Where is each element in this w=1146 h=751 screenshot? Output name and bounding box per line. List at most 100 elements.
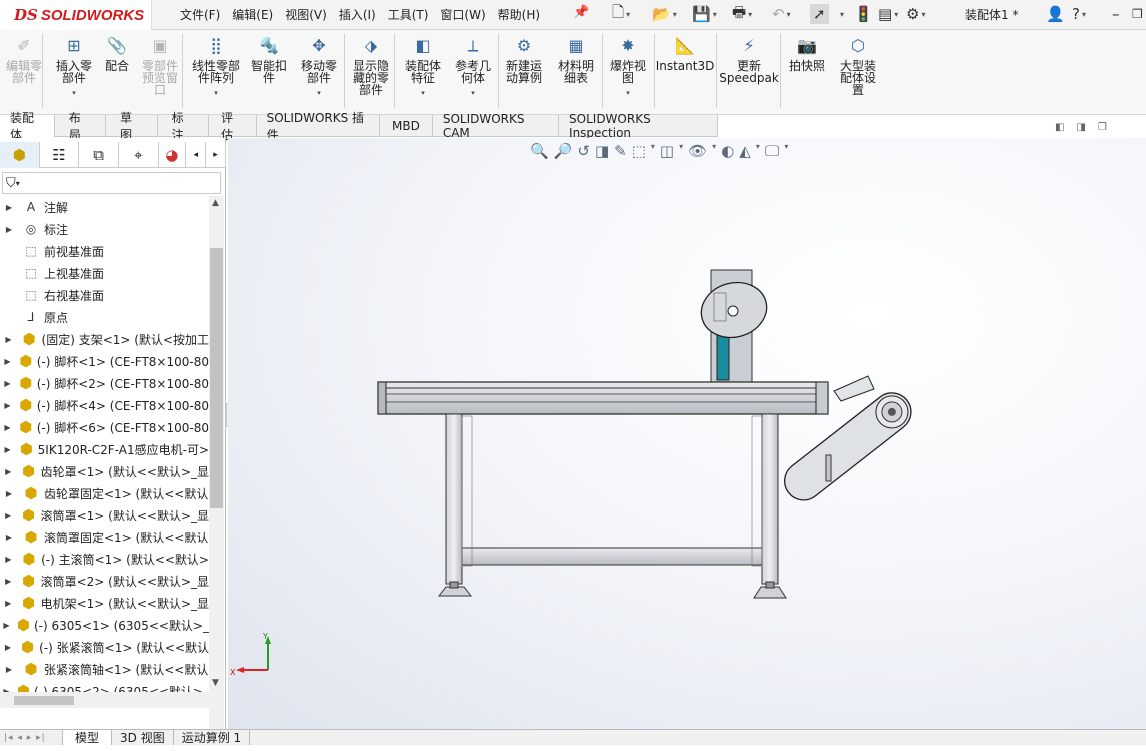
tab-layout[interactable]: 布局	[55, 111, 107, 142]
ribbon-motion-study-button[interactable]: ⚙ 新建运 动算例	[503, 36, 545, 85]
apply-scene-icon[interactable]: ◭	[739, 142, 751, 160]
tree-item[interactable]: ▶ ⬢ 5IK120R-C2F-A1感应电机-可>	[0, 438, 209, 460]
expand-arrow-icon[interactable]: ▶	[2, 665, 16, 674]
expand-arrow-icon[interactable]: ▶	[2, 555, 15, 564]
expand-arrow-icon[interactable]: ▶	[2, 533, 16, 542]
user-button[interactable]: 👤	[1046, 4, 1065, 24]
tab-addins[interactable]: SOLIDWORKS 插件	[257, 111, 381, 142]
expand-arrow-icon[interactable]: ▶	[2, 643, 14, 652]
tree-item[interactable]: ▶ ⬢ 滚筒罩<1> (默认<<默认>_显	[0, 504, 209, 526]
tab-configuration-manager[interactable]: ⧉	[79, 142, 119, 168]
menu-file[interactable]: 文件(F)	[180, 6, 220, 23]
tab-assembly[interactable]: 装配体	[0, 111, 55, 142]
pin-icon[interactable]: 📌	[573, 5, 589, 20]
ribbon-smart-fasteners-button[interactable]: 🔩 智能扣 件	[248, 36, 290, 85]
ribbon-speedpak-button[interactable]: ⚡ 更新 Speedpak	[719, 36, 779, 85]
zoom-to-fit-icon[interactable]: 🔍	[530, 142, 549, 160]
expand-arrow-icon[interactable]: ▶	[2, 577, 15, 586]
undo-button[interactable]: ↶ ▾	[772, 4, 791, 24]
tab-motion-study-1[interactable]: 运动算例 1	[174, 730, 251, 745]
expand-arrow-icon[interactable]: ▶	[2, 445, 13, 454]
tree-item[interactable]: ▶ ⬢ (-) 主滚筒<1> (默认<<默认>	[0, 548, 209, 570]
ribbon-linear-pattern-button[interactable]: ⣿ 线性零部 件阵列 ▾	[188, 36, 244, 99]
previous-view-icon[interactable]: ↺	[577, 142, 590, 160]
options-button[interactable]: ⚙ ▾	[906, 4, 925, 24]
menu-view[interactable]: 视图(V)	[285, 6, 327, 23]
ribbon-mate-button[interactable]: 📎 配合	[102, 36, 132, 73]
ribbon-insert-component-button[interactable]: ⊞ 插入零 部件 ▾	[54, 36, 94, 99]
panel-arrow-icons[interactable]: ◧◨❐	[1055, 122, 1119, 133]
tab-mbd[interactable]: MBD	[380, 115, 433, 137]
tab-sketch[interactable]: 草图	[106, 111, 158, 142]
ribbon-assembly-features-button[interactable]: ◧ 装配体 特征 ▾	[402, 36, 444, 99]
tab-feature-manager[interactable]: ⬢	[0, 142, 40, 168]
display-style-icon[interactable]: ◫	[660, 142, 674, 160]
edit-appearance-icon[interactable]: ◐	[721, 142, 734, 160]
view-orientation-icon[interactable]: ⬚	[632, 142, 646, 160]
view-settings-icon[interactable]: 🖵	[765, 142, 779, 160]
print-button[interactable]: 🖶 ▾	[732, 3, 752, 24]
tree-item[interactable]: ▶ A 注解	[0, 196, 209, 218]
menu-edit[interactable]: 编辑(E)	[232, 6, 273, 23]
tab-model[interactable]: 模型	[62, 730, 113, 745]
minimize-button[interactable]: –	[1112, 4, 1120, 24]
expand-arrow-icon[interactable]: ▶	[2, 379, 13, 388]
expand-arrow-icon[interactable]: ▶	[2, 511, 15, 520]
new-document-button[interactable]: 🗋 ▾	[612, 3, 630, 24]
restore-button[interactable]: ❐	[1132, 4, 1143, 24]
ribbon-edit-component-button[interactable]: ✐ 编辑零 部件	[4, 36, 44, 85]
scroll-up-arrow-icon[interactable]: ▲	[212, 198, 219, 208]
tab-scroll-right[interactable]: ▸	[206, 142, 226, 168]
tree-item[interactable]: ⅃ 原点	[0, 306, 209, 328]
tree-item[interactable]: ▶ ⬢ 电机架<1> (默认<<默认>_显	[0, 592, 209, 614]
assembly-model[interactable]	[228, 138, 1146, 729]
expand-arrow-icon[interactable]: ▶	[2, 401, 13, 410]
ribbon-instant3d-button[interactable]: 📐 Instant3D	[656, 36, 715, 73]
tree-item[interactable]: ⬚ 上视基准面	[0, 262, 209, 284]
expand-arrow-icon[interactable]: ▶	[2, 335, 15, 344]
menu-help[interactable]: 帮助(H)	[498, 6, 540, 23]
menu-window[interactable]: 窗口(W)	[440, 6, 485, 23]
tree-item[interactable]: ⬚ 右视基准面	[0, 284, 209, 306]
ribbon-show-hidden-button[interactable]: ⬗ 显示隐 藏的零 部件	[350, 36, 392, 97]
tab-cam[interactable]: SOLIDWORKS CAM	[433, 112, 560, 140]
scroll-down-arrow-icon[interactable]: ▼	[212, 678, 219, 688]
tree-item[interactable]: ▶ ⬢ 齿轮罩固定<1> (默认<<默认	[0, 482, 209, 504]
expand-arrow-icon[interactable]: ▶	[2, 423, 13, 432]
tree-item[interactable]: ▶ ⬢ (-) 脚杯<1> (CE-FT8×100-80	[0, 350, 209, 372]
tree-filter[interactable]: ⛉ ▾	[2, 172, 221, 194]
tree-item[interactable]: ▶ ⬢ (-) 6305<1> (6305<<默认>_	[0, 614, 209, 636]
hide-show-items-icon[interactable]: 👁	[688, 142, 707, 160]
help-button[interactable]: ? ▾	[1072, 4, 1086, 24]
tree-item[interactable]: ▶ ⬢ 齿轮罩<1> (默认<<默认>_显	[0, 460, 209, 482]
section-view-icon[interactable]: ◨	[595, 142, 609, 160]
ribbon-bom-button[interactable]: ▦ 材料明 细表	[555, 36, 597, 85]
rebuild-button[interactable]: 🚦	[854, 4, 873, 24]
tree-item[interactable]: ▶ ⬢ 滚筒罩固定<1> (默认<<默认	[0, 526, 209, 548]
support-legs[interactable]	[437, 413, 787, 599]
chevron-down-icon[interactable]: ▾	[214, 87, 218, 99]
dynamic-annotation-icon[interactable]: ✎	[614, 142, 627, 160]
select-dropdown[interactable]: ▾	[838, 4, 844, 24]
menu-tools[interactable]: 工具(T)	[388, 6, 429, 23]
tree-item[interactable]: ▶ ⬢ (-) 脚杯<2> (CE-FT8×100-80	[0, 372, 209, 394]
zoom-area-icon[interactable]: 🔎	[554, 142, 573, 160]
tree-item[interactable]: ⬚ 前视基准面	[0, 240, 209, 262]
tree-item[interactable]: ▶ ⬢ 滚筒罩<2> (默认<<默认>_显	[0, 570, 209, 592]
tree-item[interactable]: ▶ ⬢ (-) 张紧滚筒<1> (默认<<默认	[0, 636, 209, 658]
expand-arrow-icon[interactable]: ▶	[2, 203, 16, 212]
tree-item[interactable]: ▶ ◎ 标注	[0, 218, 209, 240]
expand-arrow-icon[interactable]: ▶	[2, 225, 16, 234]
tab-inspection[interactable]: SOLIDWORKS Inspection	[559, 112, 718, 140]
expand-arrow-icon[interactable]: ▶	[2, 357, 13, 366]
tree-item[interactable]: ▶ ⬢ (固定) 支架<1> (默认<按加工	[0, 328, 209, 350]
tab-property-manager[interactable]: ☷	[40, 142, 80, 168]
ribbon-reference-geometry-button[interactable]: ⟂ 参考几 何体 ▾	[452, 36, 494, 99]
tree-item[interactable]: ▶ ⬢ (-) 脚杯<4> (CE-FT8×100-80	[0, 394, 209, 416]
ribbon-move-component-button[interactable]: ✥ 移动零 部件 ▾	[298, 36, 340, 99]
chevron-down-icon[interactable]: ▾	[317, 87, 321, 99]
ribbon-large-assembly-button[interactable]: ⬡ 大型装 配体设 置	[836, 36, 880, 97]
chevron-down-icon[interactable]: ▾	[626, 87, 630, 99]
expand-arrow-icon[interactable]: ▶	[2, 489, 16, 498]
tree-hscroll-thumb[interactable]	[14, 696, 74, 705]
